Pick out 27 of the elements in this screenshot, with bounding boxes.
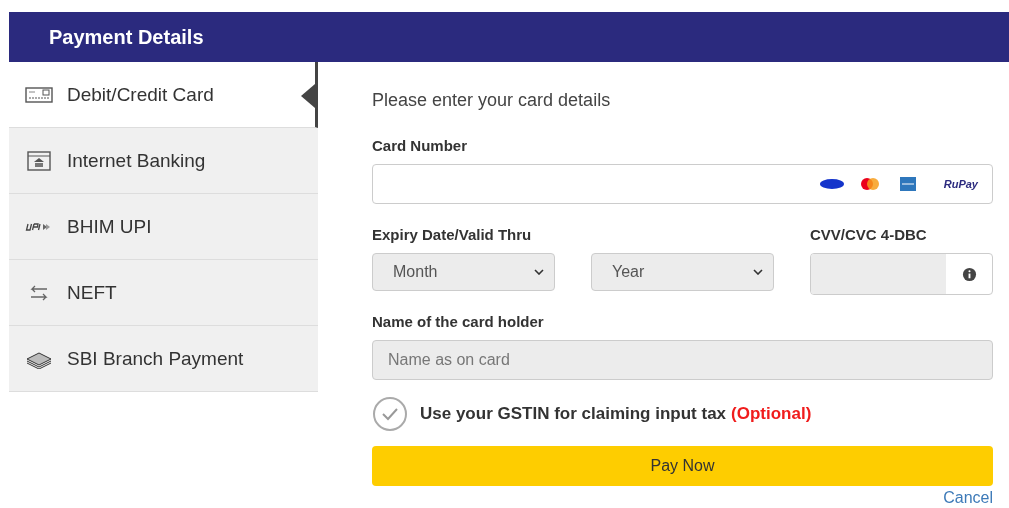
field-label: Expiry Date/Valid Thru (372, 226, 533, 243)
header-title: Payment Details (49, 25, 204, 49)
payment-method-tab[interactable]: Debit/Credit Card (9, 62, 318, 128)
checkbox[interactable] (372, 396, 408, 432)
form-heading: Please enter your card details (372, 90, 612, 111)
field-label: Name of the card holder (372, 313, 545, 330)
card-brand-logo-icon (817, 177, 846, 191)
field-label: CVV/CVC 4-DBC (810, 226, 928, 243)
payment-method-tab[interactable]: SBI Branch Payment (9, 326, 318, 392)
field-label: Card Number (372, 137, 469, 154)
payment-method-tab[interactable]: Internet Banking (9, 128, 318, 194)
selection-pointer (301, 84, 315, 108)
payment-method-tab[interactable]: NEFT (9, 260, 318, 326)
year-dropdown[interactable]: Year (591, 253, 774, 291)
bank-icon (25, 150, 53, 171)
month-dropdown[interactable]: Month (372, 253, 555, 291)
card-icon (25, 84, 53, 105)
gstin-label: Use your GSTIN for claiming input tax (420, 404, 727, 424)
payment-method-tab[interactable]: BHIM UPI (9, 194, 318, 260)
rupay-logo: RuPay (943, 178, 978, 190)
cancel-link[interactable]: Cancel (943, 489, 993, 507)
card-number-field[interactable]: RuPay (372, 164, 993, 204)
card-holder-name-field[interactable]: Name as on card (372, 340, 993, 380)
pay-now-button[interactable]: Pay Now (372, 446, 993, 486)
chevron-down-icon (753, 269, 763, 275)
chevron-down-icon (534, 269, 544, 275)
optional-note: (Optional) (731, 404, 812, 424)
